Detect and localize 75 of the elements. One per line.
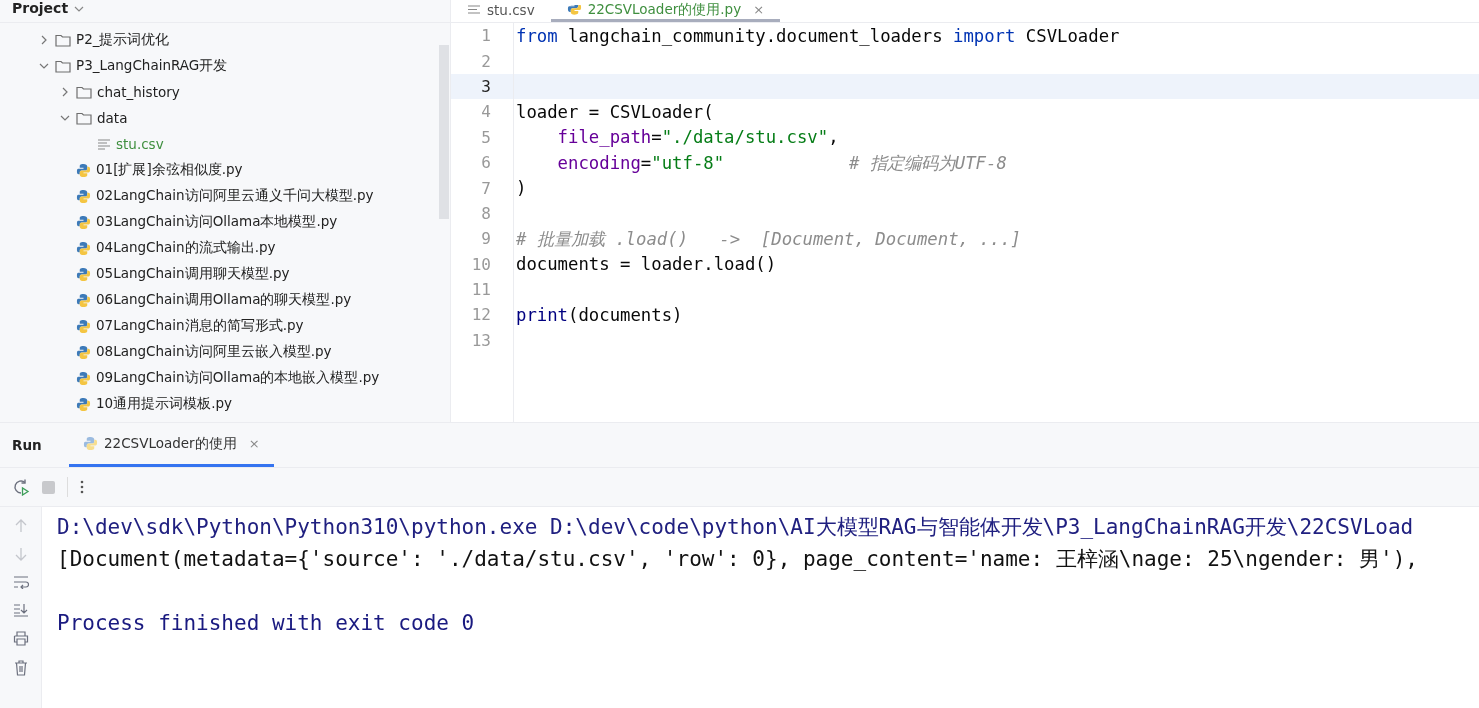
code-line: print(documents)	[516, 305, 683, 325]
line-number: 8	[451, 200, 514, 227]
text-file-icon	[97, 138, 111, 150]
chevron-right-icon[interactable]	[60, 87, 70, 97]
folder-icon	[76, 111, 92, 125]
code-line: loader = CSVLoader(	[516, 101, 714, 122]
console-line: [Document(metadata={'source': './data/stu.csv', 'row': 0}, page_content='name: 王梓涵\nage: 25\ngender: 男'),	[57, 546, 1419, 573]
folder-icon	[55, 33, 71, 47]
python-file-icon	[76, 370, 91, 386]
python-file-icon	[76, 188, 91, 204]
line-number: 1	[451, 23, 514, 49]
python-file-icon	[566, 4, 582, 15]
line-number: 11	[451, 276, 514, 303]
console-line: Process finished with exit code 0	[57, 610, 476, 637]
chevron-down-icon[interactable]	[39, 61, 49, 71]
run-tab[interactable]: 22CSVLoader的使用 ×	[69, 423, 274, 467]
line-number: 5	[451, 124, 514, 150]
print-icon[interactable]	[12, 631, 29, 646]
scrollbar[interactable]	[439, 45, 449, 219]
tree-item[interactable]: 07LangChain消息的简写形式.py	[96, 317, 304, 335]
python-file-icon	[76, 162, 91, 178]
python-file-icon	[83, 436, 98, 451]
panel-title[interactable]: Project	[12, 0, 69, 16]
code-line: encoding="utf-8" # 指定编码为UTF-8	[556, 151, 1007, 175]
tree-item[interactable]: 09LangChain访问Ollama的本地嵌入模型.py	[96, 369, 380, 387]
editor-tab[interactable]: 22CSVLoader的使用.py ×	[550, 0, 781, 22]
line-number: 6	[451, 149, 514, 176]
python-file-icon	[76, 396, 91, 412]
python-file-icon	[76, 214, 91, 230]
tree-item[interactable]: data	[97, 110, 128, 126]
code-line: file_path="./data/stu.csv",	[556, 127, 839, 148]
python-file-icon	[76, 318, 91, 334]
line-number: 13	[451, 327, 514, 354]
folder-icon	[55, 59, 71, 73]
line-number: 2	[451, 48, 514, 74]
tree-item[interactable]: 01[扩展]余弦相似度.py	[96, 161, 243, 179]
tree-item[interactable]: 03LangChain访问Ollama本地模型.py	[96, 213, 338, 231]
wrap-icon[interactable]	[12, 575, 29, 589]
trash-icon[interactable]	[13, 660, 28, 676]
tree-item[interactable]: 06LangChain调用Ollama的聊天模型.py	[96, 291, 352, 309]
tree-item[interactable]: 02LangChain访问阿里云通义千问大模型.py	[96, 187, 374, 205]
panel-title: Run	[11, 437, 43, 453]
editor-tab[interactable]: stu.csv	[451, 0, 551, 22]
tree-item[interactable]: chat_history	[97, 84, 180, 100]
scroll-to-end-icon[interactable]	[12, 603, 29, 617]
console-line: D:\dev\sdk\Python\Python310\python.exe D:\dev\code\python\AI大模型RAG与智能体开发\P3_LangChainRAG开发\22CSVLoad	[57, 514, 1415, 541]
code-line: )	[516, 178, 527, 199]
tree-item[interactable]: stu.csv	[116, 136, 164, 152]
python-file-icon	[76, 266, 91, 282]
tree-item[interactable]: 05LangChain调用聊天模型.py	[96, 265, 290, 283]
line-number: 3	[451, 73, 514, 100]
close-icon[interactable]: ×	[753, 2, 765, 17]
more-options-icon[interactable]	[80, 480, 84, 494]
line-number: 7	[451, 175, 514, 201]
chevron-down-icon[interactable]	[60, 113, 70, 123]
folder-icon	[76, 85, 92, 99]
line-number: 4	[451, 99, 514, 125]
python-file-icon	[76, 344, 91, 360]
tree-item[interactable]: P2_提示词优化	[76, 31, 170, 49]
text-file-icon	[467, 5, 481, 14]
tree-item[interactable]: 10通用提示词模板.py	[96, 395, 233, 413]
tree-item[interactable]: P3_LangChainRAG开发	[76, 57, 228, 75]
python-file-icon	[76, 240, 91, 256]
rerun-icon[interactable]	[12, 478, 30, 496]
line-number: 12	[451, 302, 514, 328]
code-line: documents = loader.load()	[516, 254, 777, 275]
code-line: # 批量加载 .load() -> [Document, Document, ...]	[516, 227, 1021, 251]
python-file-icon	[76, 292, 91, 308]
tree-item[interactable]: 04LangChain的流式输出.py	[96, 239, 276, 257]
chevron-right-icon[interactable]	[39, 35, 49, 45]
code-line: from langchain_community.document_loaders import CSVLoader	[516, 25, 1120, 46]
line-number: 9	[451, 226, 514, 252]
tree-item[interactable]: 08LangChain访问阿里云嵌入模型.py	[96, 343, 332, 361]
chevron-down-icon[interactable]	[74, 6, 85, 12]
line-number: 10	[451, 251, 514, 277]
